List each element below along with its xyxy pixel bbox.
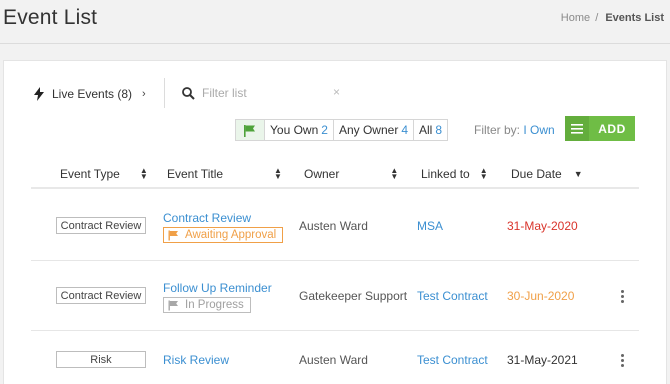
sort-icon: ▲ ▼ (390, 166, 399, 181)
due-date: 30-Jun-2020 (507, 289, 575, 303)
filter-you-own-count: 2 (321, 123, 328, 137)
chevron-right-icon: › (142, 88, 146, 100)
column-event-type[interactable]: Event Type ▲ ▼ (60, 166, 148, 182)
breadcrumb-home[interactable]: Home (561, 12, 590, 24)
flag-filter-button[interactable] (236, 120, 265, 140)
search-input[interactable] (202, 83, 322, 103)
event-title-link[interactable]: Risk Review (163, 353, 229, 367)
owner-name: Gatekeeper Support (299, 289, 408, 303)
due-date: 31-May-2020 (507, 219, 578, 233)
page-title: Event List (3, 6, 98, 29)
live-events-label: Live Events (8) (52, 87, 133, 101)
filter-any-owner-count: 4 (401, 123, 408, 137)
event-title-link[interactable]: Follow Up Reminder (163, 281, 272, 295)
column-event-title[interactable]: Event Title ▲ ▼ (167, 166, 282, 182)
filter-any-owner[interactable]: Any Owner 4 (334, 120, 414, 140)
flag-icon (244, 124, 255, 137)
filter-by: Filter by: I Own (474, 123, 555, 137)
filter-by-label: Filter by: (474, 123, 521, 137)
live-events-selector[interactable]: Live Events (8) › (33, 85, 146, 103)
breadcrumb: Home / Events List (561, 12, 664, 24)
event-type-badge: Contract Review (56, 217, 146, 234)
table-row[interactable]: Risk Risk Review Austen Ward Test Contra… (31, 331, 639, 384)
sort-icon: ▲ ▼ (139, 166, 148, 181)
menu-icon (565, 116, 589, 141)
linked-to-link[interactable]: Test Contract (417, 353, 488, 367)
event-title-link[interactable]: Contract Review (163, 211, 251, 225)
filter-you-own[interactable]: You Own 2 (265, 120, 334, 140)
due-date: 31-May-2021 (507, 353, 578, 367)
lightning-icon (34, 87, 44, 101)
status-badge: Awaiting Approval (163, 227, 284, 243)
events-card: Live Events (8) › × You Own 2 Any Owner … (3, 60, 667, 384)
sort-desc-icon: ▼ (573, 169, 583, 179)
sort-icon: ▲ ▼ (274, 166, 282, 181)
search-icon (182, 87, 195, 100)
page-header: Event List Home / Events List (0, 0, 670, 44)
linked-to-link[interactable]: MSA (417, 219, 443, 233)
toolbar-divider (164, 78, 165, 108)
status-badge: In Progress (163, 297, 251, 313)
filter-any-owner-label: Any Owner (338, 123, 399, 137)
owner-filter-group: You Own 2 Any Owner 4 All 8 (235, 119, 449, 141)
breadcrumb-current: Events List (605, 12, 664, 24)
column-due-date[interactable]: Due Date ▼ (511, 167, 583, 181)
table-row[interactable]: Contract Review Follow Up Reminder In Pr… (31, 261, 639, 331)
event-type-badge: Contract Review (56, 287, 146, 304)
clear-search-icon[interactable]: × (333, 85, 340, 99)
column-owner[interactable]: Owner ▲ ▼ (304, 166, 399, 182)
table-header: Event Type ▲ ▼ Event Title ▲ ▼ Owner ▲ ▼ Li… (31, 161, 639, 189)
event-type-badge: Risk (56, 351, 146, 368)
row-actions-icon[interactable] (619, 290, 625, 305)
filter-by-value[interactable]: I Own (523, 123, 554, 137)
filter-all-label: All (419, 123, 433, 137)
flag-icon (168, 230, 178, 240)
flag-icon (168, 300, 178, 310)
row-actions-icon[interactable] (619, 354, 625, 369)
sort-icon: ▲ ▼ (479, 166, 488, 181)
filter-all[interactable]: All 8 (414, 120, 447, 140)
add-button[interactable]: ADD (565, 116, 635, 141)
add-button-label: ADD (598, 121, 626, 136)
linked-to-link[interactable]: Test Contract (417, 289, 488, 303)
filter-you-own-label: You Own (270, 123, 319, 137)
table-row[interactable]: Contract Review Contract Review Awaiting… (31, 191, 639, 261)
owner-name: Austen Ward (299, 219, 368, 233)
breadcrumb-separator: / (595, 12, 599, 24)
column-linked-to[interactable]: Linked to ▲ ▼ (421, 166, 488, 182)
filter-all-count: 8 (435, 123, 443, 137)
owner-name: Austen Ward (299, 353, 368, 367)
